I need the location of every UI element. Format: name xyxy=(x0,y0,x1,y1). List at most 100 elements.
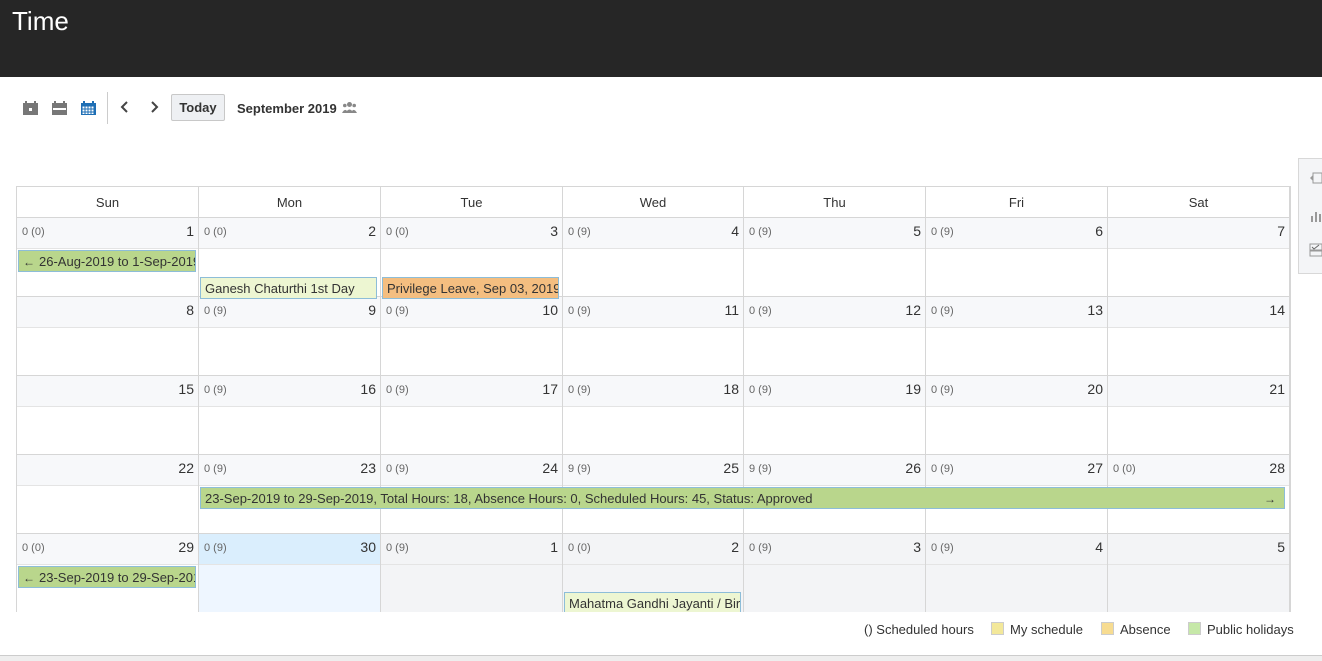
bar-chart-icon[interactable] xyxy=(1309,209,1322,223)
legend-label: Public holidays xyxy=(1207,622,1294,637)
day-view-icon[interactable] xyxy=(22,100,39,116)
day-number[interactable]: 1 xyxy=(186,223,194,239)
day-cell[interactable]: 0 (9) 13 xyxy=(926,297,1108,376)
horizontal-scrollbar[interactable] xyxy=(0,655,1322,661)
day-cell[interactable]: 0 (9) 3 xyxy=(744,534,926,612)
day-cell-header: 0 (9) 18 xyxy=(563,376,743,407)
day-cell[interactable]: 0 (9) 6 xyxy=(926,218,1108,297)
day-hours: 0 (0) xyxy=(22,226,45,238)
day-number[interactable]: 4 xyxy=(1095,539,1103,555)
day-cell[interactable]: 0 (9) 16 xyxy=(199,376,381,455)
day-number[interactable]: 24 xyxy=(542,460,558,476)
holiday-event[interactable]: Mahatma Gandhi Jayanti / Birthday xyxy=(564,592,741,612)
day-number[interactable]: 27 xyxy=(1087,460,1103,476)
day-of-week-header: Sun Mon Tue Wed Thu Fri Sat xyxy=(17,186,1290,218)
month-calendar-grid: Sun Mon Tue Wed Thu Fri Sat 0 (0) 1 0 (0) 2 0 (0) 3… xyxy=(16,186,1291,612)
timecard-event[interactable]: ← 26-Aug-2019 to 1-Sep-2019 xyxy=(18,250,196,272)
day-number[interactable]: 2 xyxy=(731,539,739,555)
day-number[interactable]: 5 xyxy=(913,223,921,239)
day-number[interactable]: 8 xyxy=(186,302,194,318)
day-number[interactable]: 10 xyxy=(542,302,558,318)
day-cell[interactable]: 0 (9) 10 xyxy=(381,297,563,376)
legend-swatch xyxy=(1101,622,1114,635)
day-number[interactable]: 30 xyxy=(360,539,376,555)
holiday-event[interactable]: Ganesh Chaturthi 1st Day xyxy=(200,277,377,299)
day-cell[interactable]: 22 xyxy=(17,455,199,534)
day-cell[interactable]: 0 (9) 19 xyxy=(744,376,926,455)
day-cell[interactable]: 14 xyxy=(1108,297,1290,376)
day-number[interactable]: 25 xyxy=(723,460,739,476)
day-cell[interactable]: 0 (9) 12 xyxy=(744,297,926,376)
previous-month-button[interactable] xyxy=(116,96,134,118)
day-cell[interactable]: 15 xyxy=(17,376,199,455)
day-cell[interactable]: 0 (9) 1 xyxy=(381,534,563,612)
day-cell-header: 0 (9) 24 xyxy=(381,455,562,486)
day-number[interactable]: 3 xyxy=(550,223,558,239)
timecard-event[interactable]: ← 23-Sep-2019 to 29-Sep-2019 xyxy=(18,566,196,588)
day-hours: 0 (9) xyxy=(749,542,772,554)
day-cell[interactable]: 7 xyxy=(1108,218,1290,297)
checklist-icon[interactable] xyxy=(1309,243,1322,257)
day-number[interactable]: 6 xyxy=(1095,223,1103,239)
day-cell-header: 15 xyxy=(17,376,198,407)
day-number[interactable]: 4 xyxy=(731,223,739,239)
day-number[interactable]: 1 xyxy=(550,539,558,555)
next-month-button[interactable] xyxy=(145,96,163,118)
day-number[interactable]: 2 xyxy=(368,223,376,239)
day-cell-header: 0 (9) 20 xyxy=(926,376,1107,407)
team-icon[interactable] xyxy=(342,101,357,114)
day-number[interactable]: 15 xyxy=(178,381,194,397)
week-view-icon[interactable] xyxy=(51,100,68,116)
day-cell-header: 0 (9) 10 xyxy=(381,297,562,328)
day-cell-header: 0 (9) 1 xyxy=(381,534,562,565)
day-number[interactable]: 28 xyxy=(1269,460,1285,476)
day-number[interactable]: 26 xyxy=(905,460,921,476)
day-cell[interactable]: 0 (9) 9 xyxy=(199,297,381,376)
day-number[interactable]: 16 xyxy=(360,381,376,397)
day-number[interactable]: 22 xyxy=(178,460,194,476)
day-cell-header: 22 xyxy=(17,455,198,486)
day-cell[interactable]: 0 (9) 4 xyxy=(926,534,1108,612)
legend-my-schedule: My schedule xyxy=(991,622,1083,637)
day-cell[interactable]: 21 xyxy=(1108,376,1290,455)
day-cell[interactable]: 0 (9) 30 xyxy=(199,534,381,612)
legend-label: Absence xyxy=(1120,622,1171,637)
day-cell[interactable]: 0 (9) 18 xyxy=(563,376,744,455)
absence-event[interactable]: Privilege Leave, Sep 03, 2019 - Sep 03, … xyxy=(382,277,559,299)
day-cell-header: 0 (9) 4 xyxy=(926,534,1107,565)
day-cell-header: 0 (9) 3 xyxy=(744,534,925,565)
day-cell[interactable]: 5 xyxy=(1108,534,1290,612)
day-number[interactable]: 11 xyxy=(724,302,739,318)
day-cell[interactable]: 0 (9) 5 xyxy=(744,218,926,297)
day-number[interactable]: 29 xyxy=(178,539,194,555)
day-number[interactable]: 18 xyxy=(723,381,739,397)
day-number[interactable]: 19 xyxy=(905,381,921,397)
today-button[interactable]: Today xyxy=(171,94,225,121)
page-title: Time xyxy=(12,6,69,36)
day-number[interactable]: 14 xyxy=(1269,302,1285,318)
day-number[interactable]: 3 xyxy=(913,539,921,555)
day-hours: 0 (9) xyxy=(749,226,772,238)
day-number[interactable]: 20 xyxy=(1087,381,1103,397)
day-number[interactable]: 17 xyxy=(542,381,558,397)
day-number[interactable]: 23 xyxy=(360,460,376,476)
day-number[interactable]: 9 xyxy=(368,302,376,318)
day-cell[interactable]: 0 (9) 11 xyxy=(563,297,744,376)
day-cell[interactable]: 0 (9) 17 xyxy=(381,376,563,455)
week-row: 15 0 (9) 16 0 (9) 17 0 (9) 18 0 (9) 19 0 (9) 20 21 xyxy=(17,376,1290,455)
day-number[interactable]: 13 xyxy=(1087,302,1103,318)
collapse-panel-icon[interactable] xyxy=(1309,171,1322,185)
day-number[interactable]: 12 xyxy=(905,302,921,318)
event-label: Privilege Leave, Sep 03, 2019 - Sep 03, … xyxy=(387,281,559,296)
day-number[interactable]: 21 xyxy=(1269,381,1285,397)
day-number[interactable]: 7 xyxy=(1277,223,1285,239)
day-cell[interactable]: 0 (9) 4 xyxy=(563,218,744,297)
timecard-event[interactable]: 23-Sep-2019 to 29-Sep-2019, Total Hours:… xyxy=(200,487,1285,509)
day-cell-header: 9 (9) 25 xyxy=(563,455,743,486)
day-number[interactable]: 5 xyxy=(1277,539,1285,555)
day-cell[interactable]: 8 xyxy=(17,297,199,376)
day-cell-header: 0 (0) 3 xyxy=(381,218,562,249)
month-view-icon[interactable] xyxy=(80,100,97,116)
legend-swatch xyxy=(1188,622,1201,635)
day-cell[interactable]: 0 (9) 20 xyxy=(926,376,1108,455)
